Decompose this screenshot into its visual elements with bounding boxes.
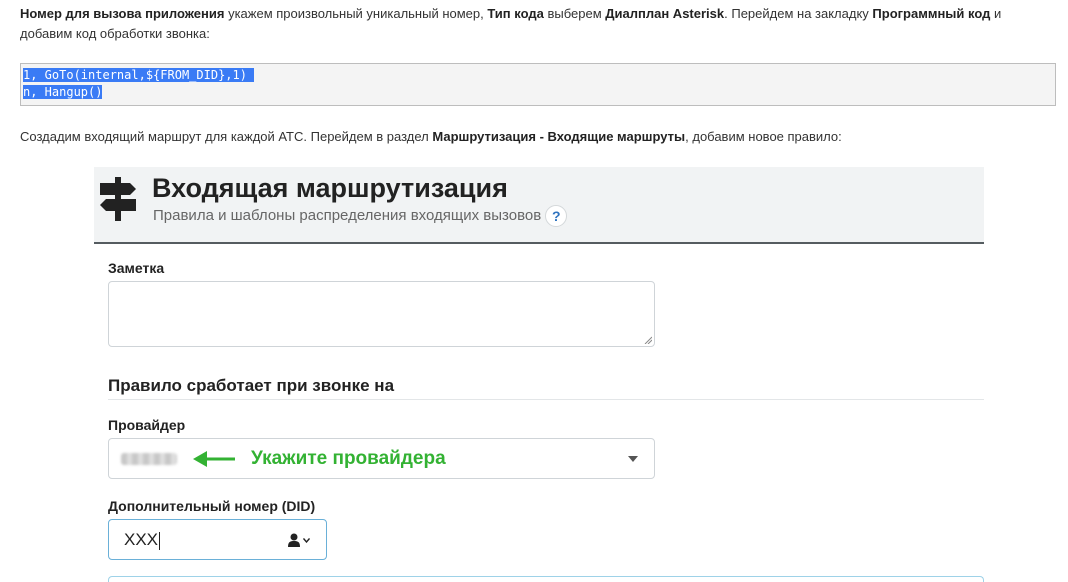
rule-section-heading: Правило сработает при звонке на bbox=[108, 376, 395, 395]
note-label: Заметка bbox=[108, 260, 165, 276]
did-value: XXX bbox=[124, 530, 161, 550]
did-input[interactable]: XXX bbox=[108, 519, 327, 560]
term-dialplan: Диалплан Asterisk bbox=[605, 6, 725, 21]
term-app-number: Номер для вызова приложения bbox=[20, 6, 225, 21]
note-textarea[interactable] bbox=[108, 281, 655, 347]
term-program-code: Программный код bbox=[872, 6, 991, 21]
incoming-routing-screenshot: Входящая маршрутизация Правила и шаблоны… bbox=[94, 167, 984, 582]
page-subtitle: Правила и шаблоны распределения входящих… bbox=[153, 205, 568, 227]
code-block[interactable]: 1, GoTo(internal,${FROM_DID},1) n, Hangu… bbox=[20, 63, 1056, 106]
term-incoming-routes: Маршрутизация - Входящие маршруты bbox=[432, 129, 686, 144]
code-line: n, Hangup() bbox=[23, 85, 103, 99]
chevron-down-icon[interactable] bbox=[303, 538, 310, 543]
code-line: 1, GoTo(internal,${FROM_DID},1) bbox=[23, 68, 255, 82]
next-field-edge bbox=[108, 576, 984, 582]
user-icon[interactable] bbox=[288, 533, 300, 547]
did-label: Дополнительный номер (DID) bbox=[108, 498, 316, 514]
page-title: Входящая маршрутизация bbox=[152, 173, 508, 203]
arrow-left-icon bbox=[193, 451, 235, 467]
section-divider bbox=[108, 399, 984, 400]
text-cursor bbox=[159, 531, 161, 550]
caret-down-icon[interactable] bbox=[628, 456, 638, 462]
signpost-icon bbox=[100, 177, 136, 221]
resize-grip-icon[interactable] bbox=[644, 336, 652, 344]
intro-paragraph: Номер для вызова приложения укажем произ… bbox=[20, 6, 1002, 41]
routing-paragraph: Создадим входящий маршрут для каждой АТС… bbox=[20, 129, 842, 144]
page-header: Входящая маршрутизация Правила и шаблоны… bbox=[94, 167, 984, 244]
provider-label: Провайдер bbox=[108, 417, 186, 433]
provider-select[interactable]: Укажите провайдера bbox=[108, 438, 655, 479]
question-icon[interactable]: ? bbox=[545, 205, 568, 227]
provider-hint: Укажите провайдера bbox=[251, 448, 446, 469]
blurred-provider-value bbox=[121, 453, 177, 465]
term-code-type: Тип кода bbox=[487, 6, 544, 21]
